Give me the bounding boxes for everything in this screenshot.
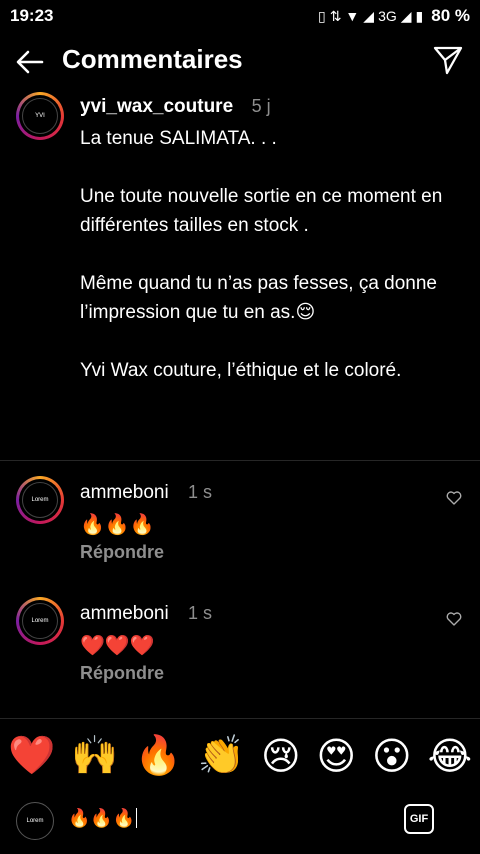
comment-age: 1 s — [188, 603, 213, 623]
comment-item: Lorem ammeboni 1 s 🔥🔥🔥 Répondre — [0, 476, 480, 592]
network-type-label: 3G — [378, 8, 397, 24]
emoji-raised-hands[interactable]: 🙌 — [71, 734, 118, 778]
vibrate-icon: ▯ — [317, 7, 326, 24]
comment-item: Lorem ammeboni 1 s ❤️❤️❤️ Répondre — [0, 597, 480, 713]
comment-age: 1 s — [188, 482, 213, 502]
caption-username[interactable]: yvi_wax_couture — [80, 96, 233, 117]
comment-input-bar: Lorem 🔥🔥🔥 GIF — [0, 792, 480, 854]
app-bar: Commentaires — [0, 32, 480, 90]
wifi-icon: ▼ — [345, 8, 360, 24]
avatar-logo: YVI — [22, 98, 58, 134]
back-arrow-icon[interactable] — [14, 46, 46, 78]
status-icons: ▯ ⇅ ▼ ◢ 3G ◢ ▮ 80 % — [318, 6, 470, 26]
like-heart-icon[interactable] — [446, 611, 462, 627]
quick-emoji-bar: ❤️ 🙌 🔥 👏 😢 😍 😮 😂 — [0, 718, 480, 793]
like-heart-icon[interactable] — [446, 490, 462, 506]
reply-button[interactable]: Répondre — [80, 663, 164, 684]
avatar[interactable]: Lorem — [16, 597, 64, 645]
emoji-surprised[interactable]: 😮 — [372, 734, 412, 779]
caption-text: La tenue SALIMATA. . . Une toute nouvell… — [80, 128, 443, 381]
emoji-clap[interactable]: 👏 — [198, 734, 245, 778]
comment-username[interactable]: ammeboni — [80, 603, 169, 624]
caption-age: 5 j — [251, 96, 271, 116]
text-cursor — [136, 808, 138, 828]
avatar[interactable]: YVI — [16, 92, 64, 140]
data-arrows-icon: ⇅ — [329, 7, 342, 24]
battery-percent: 80 % — [431, 6, 470, 25]
divider — [0, 460, 480, 461]
avatar-logo: Lorem — [22, 603, 58, 639]
avatar: Lorem — [16, 802, 54, 840]
avatar[interactable]: Lorem — [16, 476, 64, 524]
page-title: Commentaires — [62, 44, 243, 74]
comment-text: 🔥🔥🔥 — [80, 514, 155, 536]
emoji-laugh[interactable]: 😂 — [428, 734, 472, 779]
emoji-heart[interactable]: ❤️ — [8, 734, 55, 778]
signal-icon: ◢ — [363, 7, 375, 24]
send-icon[interactable] — [432, 44, 464, 76]
comment-username[interactable]: ammeboni — [80, 482, 169, 503]
signal-icon-2: ◢ — [400, 7, 412, 24]
emoji-fire[interactable]: 🔥 — [134, 734, 181, 778]
comment-text: ❤️❤️❤️ — [80, 635, 155, 657]
reply-button[interactable]: Répondre — [80, 542, 164, 563]
avatar-logo: Lorem — [22, 482, 58, 518]
comment-input-value: 🔥🔥🔥 — [68, 808, 136, 828]
battery-icon: ▮ — [415, 7, 424, 24]
gif-button[interactable]: GIF — [404, 804, 434, 834]
status-time: 19:23 — [10, 6, 54, 25]
emoji-cry[interactable]: 😢 — [261, 734, 301, 779]
status-bar: 19:23 ▯ ⇅ ▼ ◢ 3G ◢ ▮ 80 % — [0, 0, 480, 32]
comment-input[interactable]: 🔥🔥🔥 — [68, 808, 368, 829]
emoji-heart-eyes[interactable]: 😍 — [317, 734, 357, 779]
